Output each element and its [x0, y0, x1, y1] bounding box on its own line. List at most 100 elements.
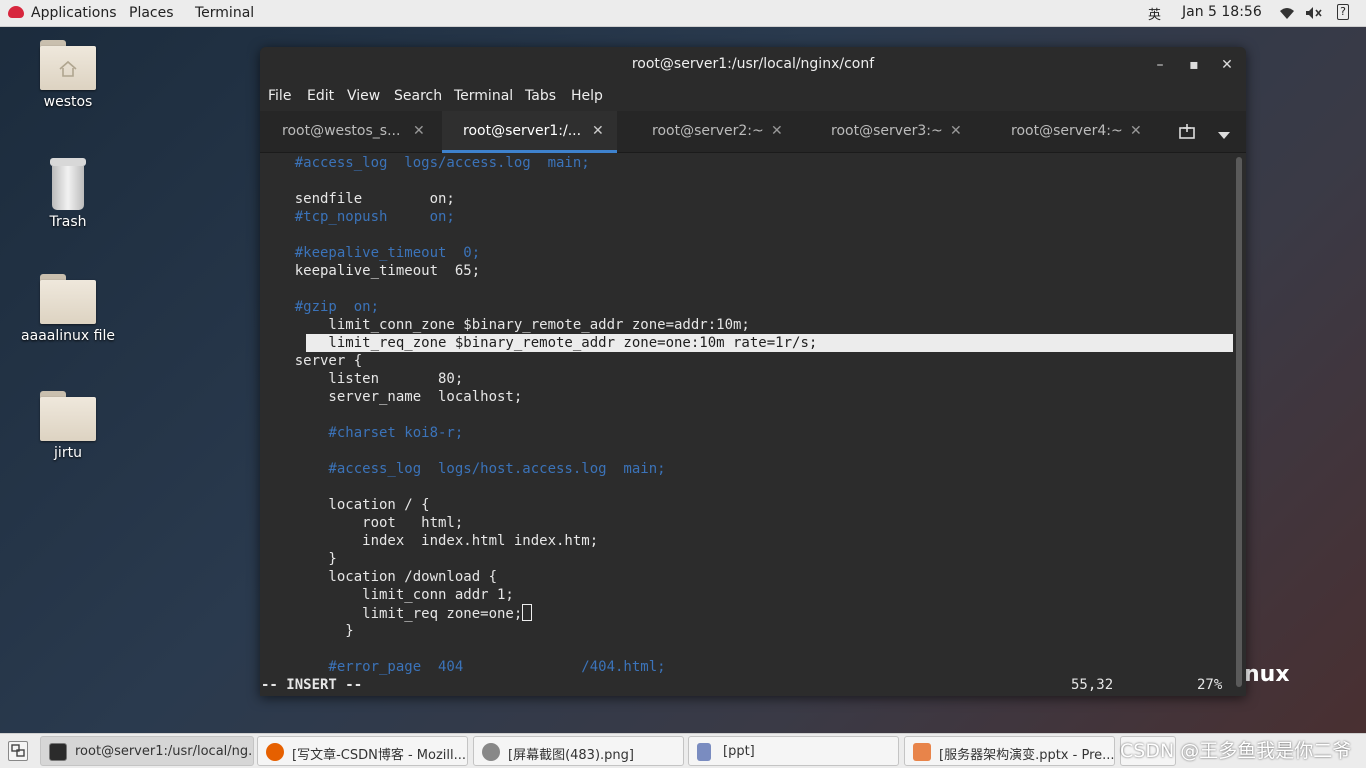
window-title: root@server1:/usr/local/nginx/conf — [631, 56, 875, 72]
desktop-icon-jirtu[interactable]: jirtu — [13, 391, 123, 461]
terminal-line: #access_log logs/host.access.log main; — [261, 461, 666, 477]
distro-watermark: nux — [1244, 662, 1290, 687]
image-viewer-icon — [482, 743, 500, 761]
taskbar-item-label: [写文章-CSDN博客 - Mozill... — [292, 748, 467, 763]
menu-search[interactable]: Search — [394, 88, 442, 104]
taskbar-item-terminal[interactable]: root@server1:/usr/local/ng... — [40, 736, 254, 766]
places-menu[interactable]: Places — [129, 5, 174, 21]
taskbar-item-file-manager[interactable]: [ppt] — [688, 736, 899, 766]
volume-muted-icon[interactable] — [1305, 6, 1323, 24]
menu-tabs[interactable]: Tabs — [525, 88, 556, 104]
scroll-percentage: 27% — [1197, 677, 1223, 693]
terminal-window[interactable]: root@server1:/usr/local/nginx/conf – ▪ ✕… — [260, 47, 1246, 696]
menu-bar: File Edit View Search Terminal Tabs Help — [260, 83, 1246, 111]
tab-label: root@server4:~ — [1011, 123, 1123, 139]
text-cursor — [522, 604, 533, 621]
terminal-line: #charset koi8-r; — [261, 425, 464, 441]
tab-close-icon[interactable]: ✕ — [1130, 123, 1142, 139]
tab-label: root@server2:~ — [652, 123, 764, 139]
terminal-content[interactable]: #access_log logs/access.log main; sendfi… — [260, 153, 1246, 696]
home-folder-icon — [40, 40, 96, 90]
terminal-line: } — [261, 623, 354, 639]
window-titlebar[interactable]: root@server1:/usr/local/nginx/conf – ▪ ✕ — [260, 47, 1246, 83]
terminal-line-text: limit_req zone=one; — [261, 606, 523, 622]
wifi-icon[interactable] — [1279, 6, 1295, 24]
terminal-line: root html; — [261, 515, 464, 531]
terminal-line: location / { — [261, 497, 430, 513]
new-tab-icon[interactable] — [1178, 123, 1196, 145]
desktop-icon-westos[interactable]: westos — [13, 40, 123, 110]
tab-westos[interactable]: root@westos_s... ✕ — [260, 111, 442, 153]
terminal-line: index index.html index.htm; — [261, 533, 599, 549]
taskbar-item-presentation[interactable]: [服务器架构演变.pptx - Pre... — [904, 736, 1115, 766]
desktop-icon-aaaalinux-file[interactable]: aaaalinux file — [13, 274, 123, 344]
desktop-icon-trash[interactable]: Trash — [13, 158, 123, 230]
tab-close-icon[interactable]: ✕ — [413, 123, 425, 139]
terminal-app-menu[interactable]: Terminal — [195, 5, 254, 21]
top-panel: Applications Places Terminal 英 Jan 5 18:… — [0, 0, 1366, 27]
terminal-line: limit_conn_zone $binary_remote_addr zone… — [261, 317, 750, 333]
menu-terminal[interactable]: Terminal — [454, 88, 513, 104]
input-method-indicator[interactable]: 英 — [1148, 4, 1161, 23]
desktop-icon-label: westos — [43, 94, 93, 110]
trash-icon — [48, 158, 88, 210]
desktop-icon-label: jirtu — [54, 445, 82, 461]
redhat-logo-icon — [8, 6, 24, 18]
terminal-icon — [49, 743, 67, 761]
clock[interactable]: Jan 5 18:56 — [1182, 4, 1262, 20]
vim-mode-indicator: -- INSERT -- — [261, 677, 363, 693]
tab-server2[interactable]: root@server2:~ ✕ — [630, 111, 800, 153]
terminal-line: keepalive_timeout 65; — [261, 263, 481, 279]
taskbar-item-firefox[interactable]: [写文章-CSDN博客 - Mozill... — [257, 736, 468, 766]
terminal-line-cursor: limit_req zone=one; — [261, 604, 533, 622]
terminal-line: location /download { — [261, 569, 498, 585]
cursor-position: 55,32 — [1071, 677, 1114, 693]
show-desktop-icon[interactable] — [8, 741, 28, 761]
terminal-line: server { — [261, 353, 363, 369]
file-manager-icon — [697, 743, 711, 761]
tab-server4[interactable]: root@server4:~ ✕ — [990, 111, 1160, 153]
terminal-line: server_name localhost; — [261, 389, 523, 405]
terminal-line: limit_conn addr 1; — [261, 587, 514, 603]
csdn-watermark: CSDN @王多鱼我是你二爷 — [1120, 740, 1352, 762]
menu-help[interactable]: Help — [571, 88, 603, 104]
tab-label: root@server3:~ — [831, 123, 943, 139]
help-icon[interactable]: ? — [1337, 4, 1349, 20]
firefox-icon — [266, 743, 284, 761]
folder-icon — [40, 274, 96, 324]
presentation-icon — [913, 743, 931, 761]
terminal-line: #error_page 404 /404.html; — [261, 659, 666, 675]
tab-label: root@westos_s... — [282, 123, 401, 139]
close-button[interactable]: ✕ — [1217, 55, 1237, 75]
desktop-icon-label: aaaalinux file — [21, 328, 115, 344]
taskbar-item-label: [屏幕截图(483).png] — [508, 748, 634, 763]
menu-edit[interactable]: Edit — [307, 88, 334, 104]
taskbar-item-label: root@server1:/usr/local/ng... — [75, 744, 254, 759]
terminal-line: listen 80; — [261, 371, 464, 387]
maximize-button[interactable]: ▪ — [1184, 55, 1204, 75]
tab-close-icon[interactable]: ✕ — [592, 123, 604, 139]
tab-list-dropdown-icon[interactable] — [1218, 128, 1230, 144]
tab-close-icon[interactable]: ✕ — [950, 123, 962, 139]
taskbar-item-label: [ppt] — [723, 744, 755, 759]
taskbar-item-image-viewer[interactable]: [屏幕截图(483).png] — [473, 736, 684, 766]
desktop-icon-label: Trash — [49, 214, 87, 230]
tab-label: root@server1:/... — [463, 123, 582, 139]
terminal-line: #access_log logs/access.log main; — [261, 155, 590, 171]
folder-icon — [40, 391, 96, 441]
terminal-line-highlighted: limit_req_zone $binary_remote_addr zone=… — [261, 335, 818, 351]
tab-bar: root@westos_s... ✕ root@server1:/... ✕ r… — [260, 111, 1246, 153]
terminal-scrollbar[interactable] — [1236, 157, 1242, 687]
tab-server3[interactable]: root@server3:~ ✕ — [810, 111, 980, 153]
tab-server1[interactable]: root@server1:/... ✕ — [442, 111, 617, 153]
menu-file[interactable]: File — [268, 88, 291, 104]
terminal-line: #gzip on; — [261, 299, 380, 315]
terminal-line: sendfile on; — [261, 191, 455, 207]
menu-view[interactable]: View — [347, 88, 380, 104]
taskbar-item-label: [服务器架构演变.pptx - Pre... — [939, 748, 1115, 763]
terminal-line: #keepalive_timeout 0; — [261, 245, 481, 261]
tab-close-icon[interactable]: ✕ — [771, 123, 783, 139]
terminal-line: #tcp_nopush on; — [261, 209, 455, 225]
minimize-button[interactable]: – — [1150, 55, 1170, 75]
applications-menu[interactable]: Applications — [31, 5, 117, 21]
